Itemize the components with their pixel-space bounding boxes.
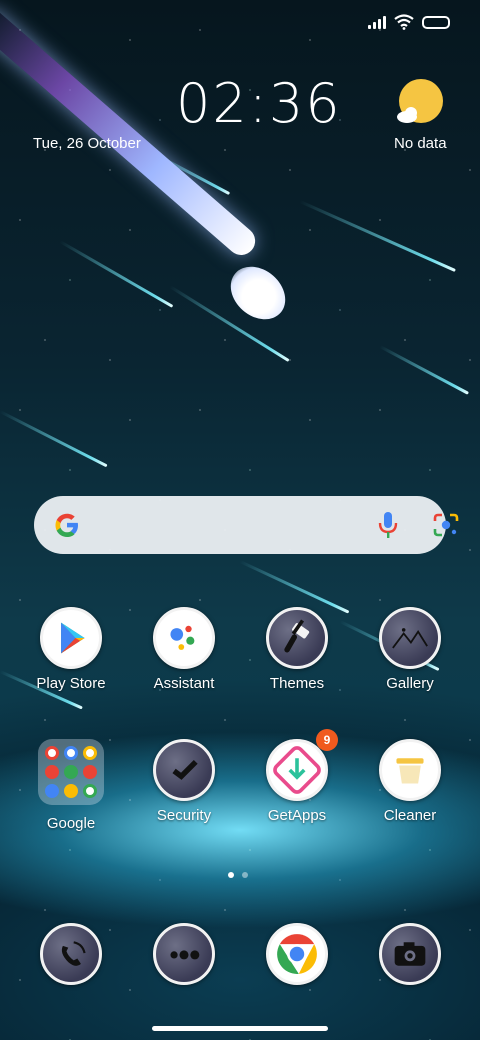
wifi-icon: [394, 14, 414, 30]
home-screen: 02:36 Tue, 26 October No data Play Store…: [0, 0, 480, 1040]
microphone-icon[interactable]: [377, 510, 399, 540]
partly-cloudy-icon[interactable]: [393, 77, 445, 129]
notification-badge: 9: [316, 729, 338, 751]
app-assistant[interactable]: Assistant: [128, 607, 240, 692]
page-dot-active[interactable]: [228, 872, 234, 878]
app-label: GetApps: [267, 807, 327, 824]
weather-status[interactable]: No data: [394, 135, 447, 152]
getapps-download-icon: [266, 739, 328, 801]
app-label: Assistant: [153, 675, 215, 692]
home-gesture-bar[interactable]: [152, 1026, 328, 1031]
app-gallery[interactable]: Gallery: [354, 607, 466, 692]
google-g-icon: [55, 513, 78, 537]
dock-chrome[interactable]: [241, 923, 353, 985]
app-cleaner[interactable]: Cleaner: [354, 739, 466, 824]
app-label: Themes: [269, 675, 325, 692]
app-label: Security: [156, 807, 212, 824]
play-store-icon: [40, 607, 102, 669]
app-label: Google: [46, 815, 96, 832]
cleaner-bin-icon: [379, 739, 441, 801]
clock-time[interactable]: 02:36: [176, 72, 342, 135]
app-getapps[interactable]: GetApps: [241, 739, 353, 824]
battery-icon: [422, 15, 450, 29]
folder-google[interactable]: Google: [15, 739, 127, 832]
messages-icon: [153, 923, 215, 985]
app-security[interactable]: Security: [128, 739, 240, 824]
page-indicator: [228, 872, 248, 878]
app-label: Gallery: [386, 675, 434, 692]
security-shield-icon: [153, 739, 215, 801]
app-label: Cleaner: [383, 807, 437, 824]
phone-icon: [40, 923, 102, 985]
google-folder-icon: [38, 739, 104, 805]
themes-brush-icon: [266, 607, 328, 669]
app-themes[interactable]: Themes: [241, 607, 353, 692]
google-search-bar[interactable]: [34, 496, 459, 554]
dock-messages[interactable]: [128, 923, 240, 985]
signal-icon: [368, 15, 386, 29]
status-bar: [368, 14, 450, 30]
camera-icon: [379, 923, 441, 985]
clock-date[interactable]: Tue, 26 October: [33, 135, 141, 152]
dock-camera[interactable]: [354, 923, 466, 985]
app-label: Play Store: [36, 675, 106, 692]
dock-phone[interactable]: [15, 923, 127, 985]
chrome-icon: [266, 923, 328, 985]
app-play-store[interactable]: Play Store: [15, 607, 127, 692]
gallery-mountain-icon: [379, 607, 441, 669]
page-dot[interactable]: [242, 872, 248, 878]
google-assistant-icon: [153, 607, 215, 669]
google-lens-icon[interactable]: [432, 512, 460, 538]
